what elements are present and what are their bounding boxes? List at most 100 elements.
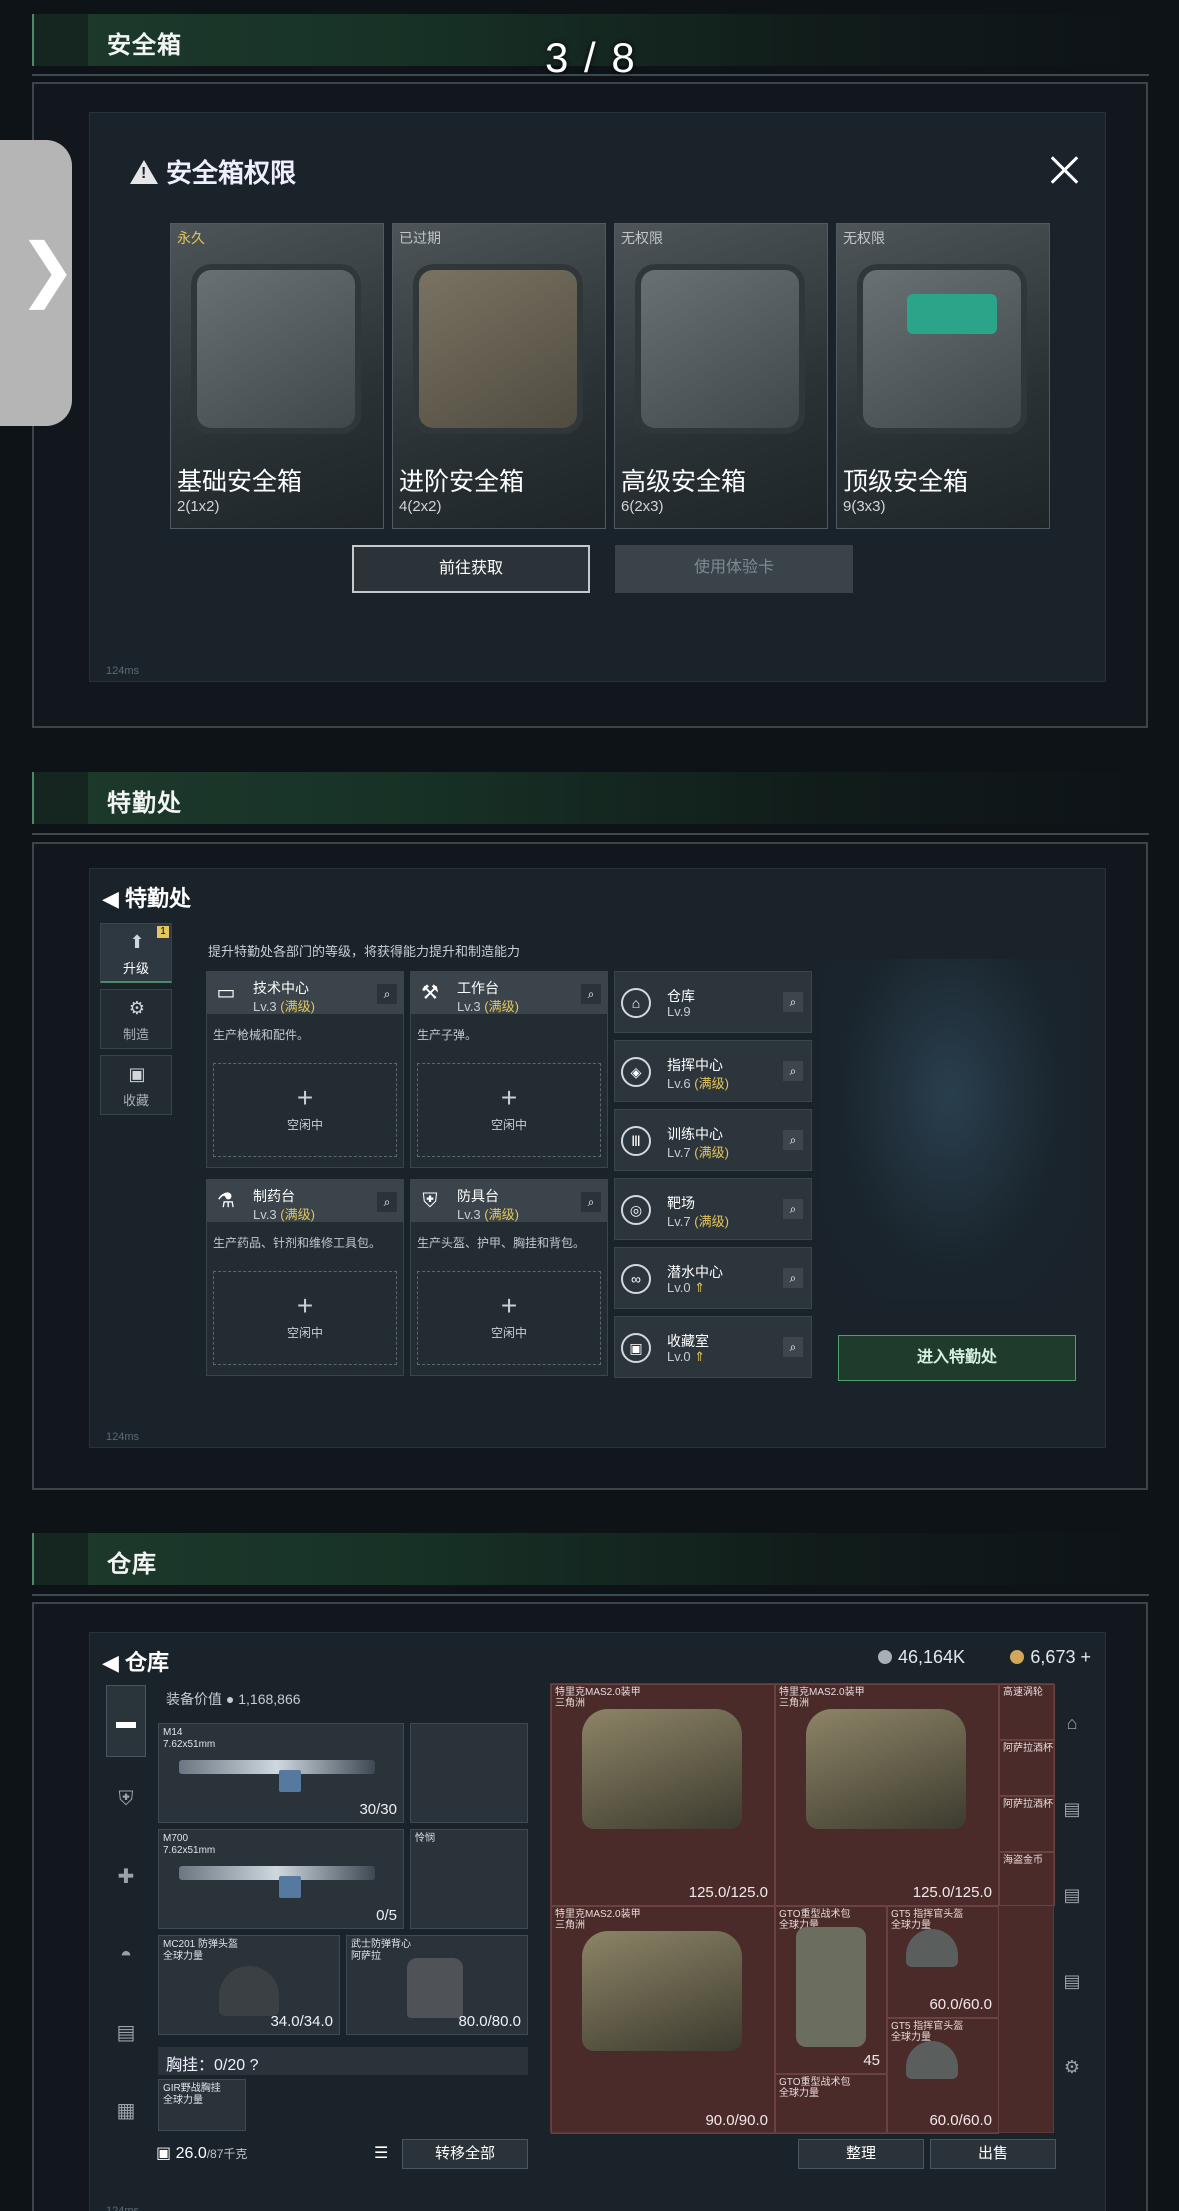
nav-bag[interactable]: ▦ bbox=[106, 2075, 146, 2147]
item-backpack[interactable]: GTO重型战术包 全球力量 bbox=[775, 2074, 887, 2134]
special-ops-screenshot: ◀ 特勤处 提升特勤处各部门的等级，将获得能力提升和制造能力 ⬆ 升级 1 ⚙ … bbox=[32, 842, 1148, 1490]
list-icon[interactable]: ☰ bbox=[374, 2143, 388, 2163]
warehouse-icon: ⌂ bbox=[621, 988, 651, 1018]
melee-slot[interactable]: 怜悯 bbox=[410, 1829, 528, 1929]
page-title: ◀ 仓库 bbox=[102, 1650, 170, 1675]
idle-slot[interactable]: + 空闲中 bbox=[213, 1271, 397, 1365]
room-training-center[interactable]: Ⅲ 训练中心 Lv.7 (满级) ⌕ bbox=[614, 1109, 812, 1171]
plus-icon: + bbox=[500, 1082, 518, 1113]
facility-name: 工作台 bbox=[457, 980, 499, 996]
back-icon[interactable]: ◀ bbox=[102, 1650, 119, 1675]
facility-armor-bench[interactable]: ⛨ 防具台 Lv.3 (满级) ⌕ 生产头盔、护甲、胸挂和背包。 + 空闲中 bbox=[410, 1179, 608, 1376]
warehouse-screen: ◀ 仓库 46,164K 6,673 + ▬ ⛨ ✚ ◓ ▤ ▦ 装备价值 ● … bbox=[89, 1632, 1106, 2211]
safebox-card-top[interactable]: 无权限 顶级安全箱 9(3x3) bbox=[836, 223, 1050, 529]
weapon-slot-secondary[interactable]: M700 7.62x51mm 0/5 bbox=[158, 1829, 404, 1929]
warehouse-icon[interactable]: ⌂ bbox=[1049, 1683, 1095, 1763]
search-icon[interactable]: ⌕ bbox=[581, 1192, 601, 1212]
nav-craft[interactable]: ⚙ 制造 bbox=[100, 989, 172, 1049]
warehouse-screenshot: ◀ 仓库 46,164K 6,673 + ▬ ⛨ ✚ ◓ ▤ ▦ 装备价值 ● … bbox=[32, 1602, 1148, 2211]
item-armor[interactable]: 特里克MAS2.0装甲 三角洲 125.0/125.0 bbox=[775, 1684, 999, 1906]
trial-card-button[interactable]: 使用体验卡 bbox=[615, 545, 853, 593]
gear-icon[interactable]: ⚙ bbox=[1049, 2027, 1095, 2107]
room-shooting-range[interactable]: ◎ 靶场 Lv.7 (满级) ⌕ bbox=[614, 1178, 812, 1240]
item-helmet[interactable]: GT5 指挥官头盔 全球力量 60.0/60.0 bbox=[887, 2018, 999, 2134]
add-icon: + bbox=[1080, 1647, 1091, 1667]
facility-workbench[interactable]: ⚒ 工作台 Lv.3 (满级) ⌕ 生产子弹。 + 空闲中 bbox=[410, 971, 608, 1168]
nav-armor[interactable]: ⛨ bbox=[106, 1763, 146, 1835]
item-small[interactable]: 高速涡轮 bbox=[999, 1684, 1055, 1740]
room-warehouse[interactable]: ⌂ 仓库 Lv.9 ⌕ bbox=[614, 971, 812, 1033]
room-diving-center[interactable]: ∞ 潜水中心 Lv.0 ⇑ ⌕ bbox=[614, 1247, 812, 1309]
nav-weapons[interactable]: ▬ bbox=[106, 1685, 146, 1757]
item-small[interactable]: 阿萨拉酒杯 bbox=[999, 1796, 1055, 1852]
item-name: M14 7.62x51mm bbox=[163, 1727, 216, 1750]
armor-icon: ⛨ bbox=[422, 1190, 438, 1212]
item-armor[interactable]: 特里克MAS2.0装甲 三角洲 90.0/90.0 bbox=[551, 1906, 775, 2134]
search-icon[interactable]: ⌕ bbox=[377, 1192, 397, 1212]
back-icon[interactable]: ◀ bbox=[102, 886, 119, 911]
divider bbox=[32, 1594, 1149, 1596]
search-icon[interactable]: ⌕ bbox=[783, 1268, 803, 1288]
currency-gold[interactable]: 6,673 + bbox=[1010, 1647, 1091, 1668]
section-title: 特勤处 bbox=[107, 790, 182, 817]
safebox-card-advanced[interactable]: 已过期 进阶安全箱 4(2x2) bbox=[392, 223, 606, 529]
rifle-image bbox=[179, 1760, 375, 1792]
idle-slot[interactable]: + 空闲中 bbox=[213, 1063, 397, 1157]
enter-special-ops-button[interactable]: 进入特勤处 bbox=[838, 1335, 1076, 1381]
tab-icon[interactable]: ▤ bbox=[1049, 1769, 1095, 1849]
nav-ammo[interactable]: ▤ bbox=[106, 1997, 146, 2069]
search-icon[interactable]: ⌕ bbox=[783, 992, 803, 1012]
close-icon[interactable] bbox=[1049, 155, 1079, 185]
search-icon[interactable]: ⌕ bbox=[377, 984, 397, 1004]
search-icon[interactable]: ⌕ bbox=[783, 1061, 803, 1081]
search-icon[interactable]: ⌕ bbox=[783, 1199, 803, 1219]
briefcase-icon: ▦ bbox=[116, 2100, 136, 2122]
side-expand-tab[interactable]: ❯ bbox=[0, 140, 77, 426]
section-header-special-ops: 特勤处 bbox=[32, 772, 1132, 824]
item-helmet[interactable]: GT5 指挥官头盔 全球力量 60.0/60.0 bbox=[887, 1906, 999, 2018]
search-icon[interactable]: ⌕ bbox=[783, 1130, 803, 1150]
armor-image bbox=[806, 1709, 966, 1829]
facility-tech-center[interactable]: ▭ 技术中心 Lv.3 (满级) ⌕ 生产枪械和配件。 + 空闲中 bbox=[206, 971, 404, 1168]
collection-icon: ▣ bbox=[128, 1064, 146, 1084]
item-small[interactable]: 海盗金币 bbox=[999, 1852, 1055, 1906]
pistol-slot[interactable] bbox=[410, 1723, 528, 1823]
item-armor[interactable]: 特里克MAS2.0装甲 三角洲 125.0/125.0 bbox=[551, 1684, 775, 1906]
room-command-center[interactable]: ◈ 指挥中心 Lv.6 (满级) ⌕ bbox=[614, 1040, 812, 1102]
section-tag bbox=[34, 1533, 88, 1585]
helmet-slot[interactable]: MC201 防弹头盔 全球力量 34.0/34.0 bbox=[158, 1935, 340, 2035]
transfer-all-button[interactable]: 转移全部 bbox=[402, 2139, 528, 2169]
item-small[interactable]: 阿萨拉酒杯 bbox=[999, 1740, 1055, 1796]
safebox-card-basic[interactable]: 永久 基础安全箱 2(1x2) bbox=[170, 223, 384, 529]
tab-icon[interactable]: ▤ bbox=[1049, 1855, 1095, 1935]
target-icon: ◎ bbox=[621, 1195, 651, 1225]
safebox-card-senior[interactable]: 无权限 高级安全箱 6(2x3) bbox=[614, 223, 828, 529]
side-nav: ⬆ 升级 1 ⚙ 制造 ▣ 收藏 bbox=[100, 923, 172, 1121]
nav-helmet[interactable]: ◓ bbox=[106, 1919, 146, 1991]
armor-slot[interactable]: 武士防弹背心 阿萨拉 80.0/80.0 bbox=[346, 1935, 528, 2035]
nav-collection[interactable]: ▣ 收藏 bbox=[100, 1055, 172, 1115]
facility-level: Lv.3 (满级) bbox=[253, 1207, 315, 1222]
facility-pharmacy[interactable]: ⚗ 制药台 Lv.3 (满级) ⌕ 生产药品、针剂和维修工具包。 + 空闲中 bbox=[206, 1179, 404, 1376]
tab-icon[interactable]: ▤ bbox=[1049, 1941, 1095, 2021]
warehouse-grid: 特里克MAS2.0装甲 三角洲 125.0/125.0 特里克MAS2.0装甲 三角… bbox=[550, 1683, 1055, 2134]
room-collection[interactable]: ▣ 收藏室 Lv.0 ⇑ ⌕ bbox=[614, 1316, 812, 1378]
sell-button[interactable]: 出售 bbox=[930, 2139, 1056, 2169]
item-backpack[interactable]: GTO重型战术包 全球力量 45 bbox=[775, 1906, 887, 2074]
item-name: M700 7.62x51mm bbox=[163, 1833, 216, 1856]
weapon-slot-primary[interactable]: M14 7.62x51mm 30/30 bbox=[158, 1723, 404, 1823]
goggles-icon: ∞ bbox=[621, 1264, 651, 1294]
sort-button[interactable]: 整理 bbox=[798, 2139, 924, 2169]
search-icon[interactable]: ⌕ bbox=[783, 1337, 803, 1357]
nav-upgrade[interactable]: ⬆ 升级 1 bbox=[100, 923, 172, 983]
upgrade-icon: ⬆ bbox=[129, 932, 145, 952]
item-name: GIR野战胸挂 全球力量 bbox=[163, 2083, 221, 2106]
idle-slot[interactable]: + 空闲中 bbox=[417, 1063, 601, 1157]
get-button[interactable]: 前往获取 bbox=[352, 545, 590, 593]
facility-level: Lv.3 (满级) bbox=[253, 999, 315, 1014]
chest-rig-slot[interactable]: GIR野战胸挂 全球力量 bbox=[158, 2079, 246, 2131]
nav-medical[interactable]: ✚ bbox=[106, 1841, 146, 1913]
idle-slot[interactable]: + 空闲中 bbox=[417, 1271, 601, 1365]
section-tag bbox=[34, 14, 88, 66]
search-icon[interactable]: ⌕ bbox=[581, 984, 601, 1004]
